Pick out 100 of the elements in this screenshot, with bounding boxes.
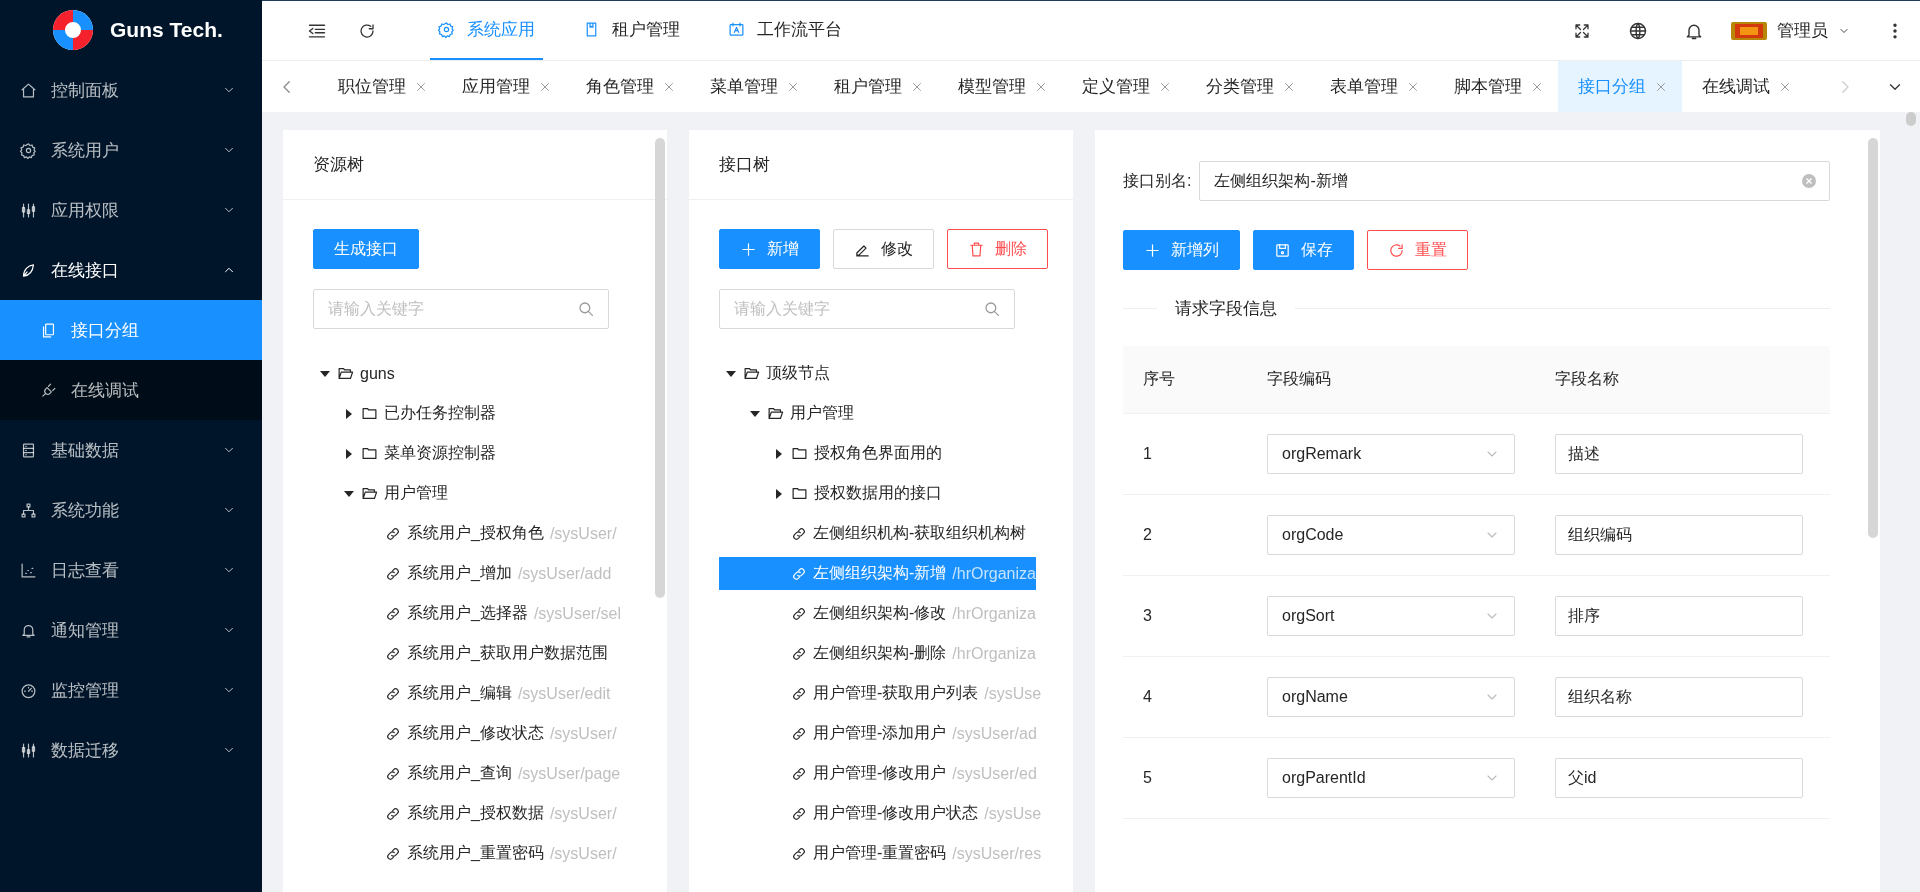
reset-icon bbox=[1388, 241, 1405, 259]
gear-icon bbox=[438, 21, 455, 38]
list-icon bbox=[20, 441, 37, 459]
tree-folder[interactable]: 顶级节点 bbox=[719, 357, 1015, 390]
page-tab[interactable]: 脚本管理 bbox=[1434, 61, 1558, 112]
page-tab[interactable]: 职位管理 bbox=[318, 61, 442, 112]
menu-item[interactable]: 控制面板 bbox=[0, 60, 262, 120]
tree-item[interactable]: 用户管理-获取用户列表 /sysUse bbox=[719, 677, 1042, 710]
tree-item[interactable]: 系统用户_增加 /sysUser/add bbox=[313, 557, 612, 590]
folder-icon bbox=[361, 445, 378, 462]
refresh-icon[interactable] bbox=[358, 21, 376, 40]
table-cell-text: 2 bbox=[1143, 526, 1153, 544]
copy-icon bbox=[40, 321, 57, 339]
tree-item[interactable]: 用户管理-添加用户 /sysUser/ad bbox=[719, 717, 1037, 750]
menu-item[interactable]: 基础数据 bbox=[0, 420, 262, 480]
folder-open-icon bbox=[743, 365, 760, 382]
table-cell-text: 5 bbox=[1143, 769, 1153, 787]
menu-item[interactable]: 应用权限 bbox=[0, 180, 262, 240]
caret-right-icon bbox=[346, 408, 352, 419]
field-name-input[interactable]: 排序 bbox=[1555, 596, 1803, 636]
table-cell-text: 3 bbox=[1143, 607, 1153, 625]
tree-folder[interactable]: 菜单资源控制器 bbox=[313, 437, 609, 470]
tree-item[interactable]: 系统用户_查询 /sysUser/page bbox=[313, 757, 621, 790]
page-tab[interactable]: 租户管理 bbox=[814, 61, 938, 112]
nav-tab[interactable]: 租户管理 bbox=[575, 1, 688, 60]
link-icon bbox=[791, 645, 807, 662]
plug-icon bbox=[40, 381, 57, 399]
field-code-select[interactable]: orgSort bbox=[1267, 596, 1515, 636]
link-icon bbox=[385, 805, 401, 822]
tree-item[interactable]: 左侧组织机构-获取组织机构树 bbox=[719, 517, 1027, 550]
tree-item[interactable]: 系统用户_授权角色 /sysUser/ bbox=[313, 517, 617, 550]
sitemap-icon bbox=[20, 501, 37, 519]
page-tab[interactable]: 表单管理 bbox=[1310, 61, 1434, 112]
tree-item[interactable]: 用户管理-重置密码 /sysUser/res bbox=[719, 837, 1042, 870]
tree-item[interactable]: 系统用户_编辑 /sysUser/edit bbox=[313, 677, 611, 710]
field-code-select[interactable]: orgParentId bbox=[1267, 758, 1515, 798]
tree-folder[interactable]: 授权数据用的接口 bbox=[719, 477, 1015, 510]
tree-item[interactable]: 系统用户_重置密码 /sysUser/ bbox=[313, 837, 617, 870]
board-icon bbox=[728, 21, 745, 38]
nav-tab[interactable]: 工作流平台 bbox=[720, 1, 850, 60]
clear-icon[interactable] bbox=[1802, 174, 1816, 188]
search-field[interactable]: 请输入关键字 bbox=[719, 289, 1015, 329]
tree-folder[interactable]: 授权角色界面用的 bbox=[719, 437, 1015, 470]
page-tab[interactable]: 模型管理 bbox=[938, 61, 1062, 112]
page-tab[interactable]: 定义管理 bbox=[1062, 61, 1186, 112]
field-name-input[interactable]: 组织编码 bbox=[1555, 515, 1803, 555]
field-code-select[interactable]: orgName bbox=[1267, 677, 1515, 717]
menu-item[interactable]: 日志查看 bbox=[0, 540, 262, 600]
tree-item[interactable]: 左侧组织架构-删除 /hrOrganiza bbox=[719, 637, 1036, 670]
link-icon bbox=[385, 725, 401, 742]
alias-input[interactable]: 左侧组织架构-新增 bbox=[1199, 161, 1830, 201]
field-code-select[interactable]: orgCode bbox=[1267, 515, 1515, 555]
section-title: 请求字段信息 bbox=[1175, 297, 1277, 320]
page-tab[interactable]: 菜单管理 bbox=[690, 61, 814, 112]
menu-item[interactable]: 系统用户 bbox=[0, 120, 262, 180]
folder-icon bbox=[791, 445, 808, 462]
page-tab[interactable]: 分类管理 bbox=[1186, 61, 1310, 112]
column-header: 字段名称 bbox=[1555, 369, 1620, 389]
field-name-input[interactable]: 描述 bbox=[1555, 434, 1803, 474]
menu-item[interactable]: 通知管理 bbox=[0, 600, 262, 660]
page-tab[interactable]: 角色管理 bbox=[566, 61, 690, 112]
tree-item[interactable]: 系统用户_选择器 /sysUser/sel bbox=[313, 597, 622, 630]
folder-open-icon bbox=[337, 365, 354, 382]
fullscreen-icon[interactable] bbox=[1573, 21, 1591, 40]
action-button[interactable]: 修改 bbox=[833, 229, 934, 269]
field-name-input[interactable]: 父id bbox=[1555, 758, 1803, 798]
link-icon bbox=[385, 605, 401, 622]
tree-folder[interactable]: guns bbox=[313, 357, 609, 390]
tree-item[interactable]: 系统用户_获取用户数据范围 bbox=[313, 637, 609, 670]
sliders-icon bbox=[20, 201, 37, 219]
menu-item[interactable]: 监控管理 bbox=[0, 660, 262, 720]
tree-folder[interactable]: 用户管理 bbox=[719, 397, 1015, 430]
tree-item[interactable]: 用户管理-修改用户 /sysUser/ed bbox=[719, 757, 1037, 790]
tree-item[interactable]: 系统用户_修改状态 /sysUser/ bbox=[313, 717, 617, 750]
page-tab[interactable]: 应用管理 bbox=[442, 61, 566, 112]
scrollbar[interactable] bbox=[1906, 112, 1916, 126]
tree-item[interactable]: 用户管理-修改用户状态 /sysUse bbox=[719, 797, 1042, 830]
tree-item[interactable]: 左侧组织架构-修改 /hrOrganiza bbox=[719, 597, 1036, 630]
folder-icon bbox=[791, 485, 808, 502]
folder-icon bbox=[361, 405, 378, 422]
link-icon bbox=[791, 765, 807, 782]
search-icon bbox=[983, 300, 1001, 318]
field-name-input[interactable]: 组织名称 bbox=[1555, 677, 1803, 717]
field-label: 接口别名: bbox=[1123, 170, 1192, 191]
user-menu[interactable]: 管理员 bbox=[1731, 19, 1850, 42]
submenu-item[interactable]: 在线调试 bbox=[0, 360, 262, 420]
menu-item[interactable]: 数据迁移 bbox=[0, 720, 262, 780]
page-tab[interactable]: 在线调试 bbox=[1682, 61, 1806, 112]
search-field[interactable]: 请输入关键字 bbox=[313, 289, 609, 329]
link-icon bbox=[385, 565, 401, 582]
scrollbar[interactable] bbox=[655, 138, 665, 598]
tree-folder[interactable]: 已办任务控制器 bbox=[313, 397, 609, 430]
tree-item[interactable]: 系统用户_授权数据 /sysUser/ bbox=[313, 797, 617, 830]
menu-item[interactable]: 在线接口 bbox=[0, 240, 262, 300]
menu-item[interactable]: 系统功能 bbox=[0, 480, 262, 540]
table-cell-text: 1 bbox=[1143, 445, 1153, 463]
field-code-select[interactable]: orgRemark bbox=[1267, 434, 1515, 474]
scrollbar[interactable] bbox=[1868, 138, 1878, 538]
tree-folder[interactable]: 用户管理 bbox=[313, 477, 609, 510]
globe-icon[interactable] bbox=[1628, 20, 1648, 41]
